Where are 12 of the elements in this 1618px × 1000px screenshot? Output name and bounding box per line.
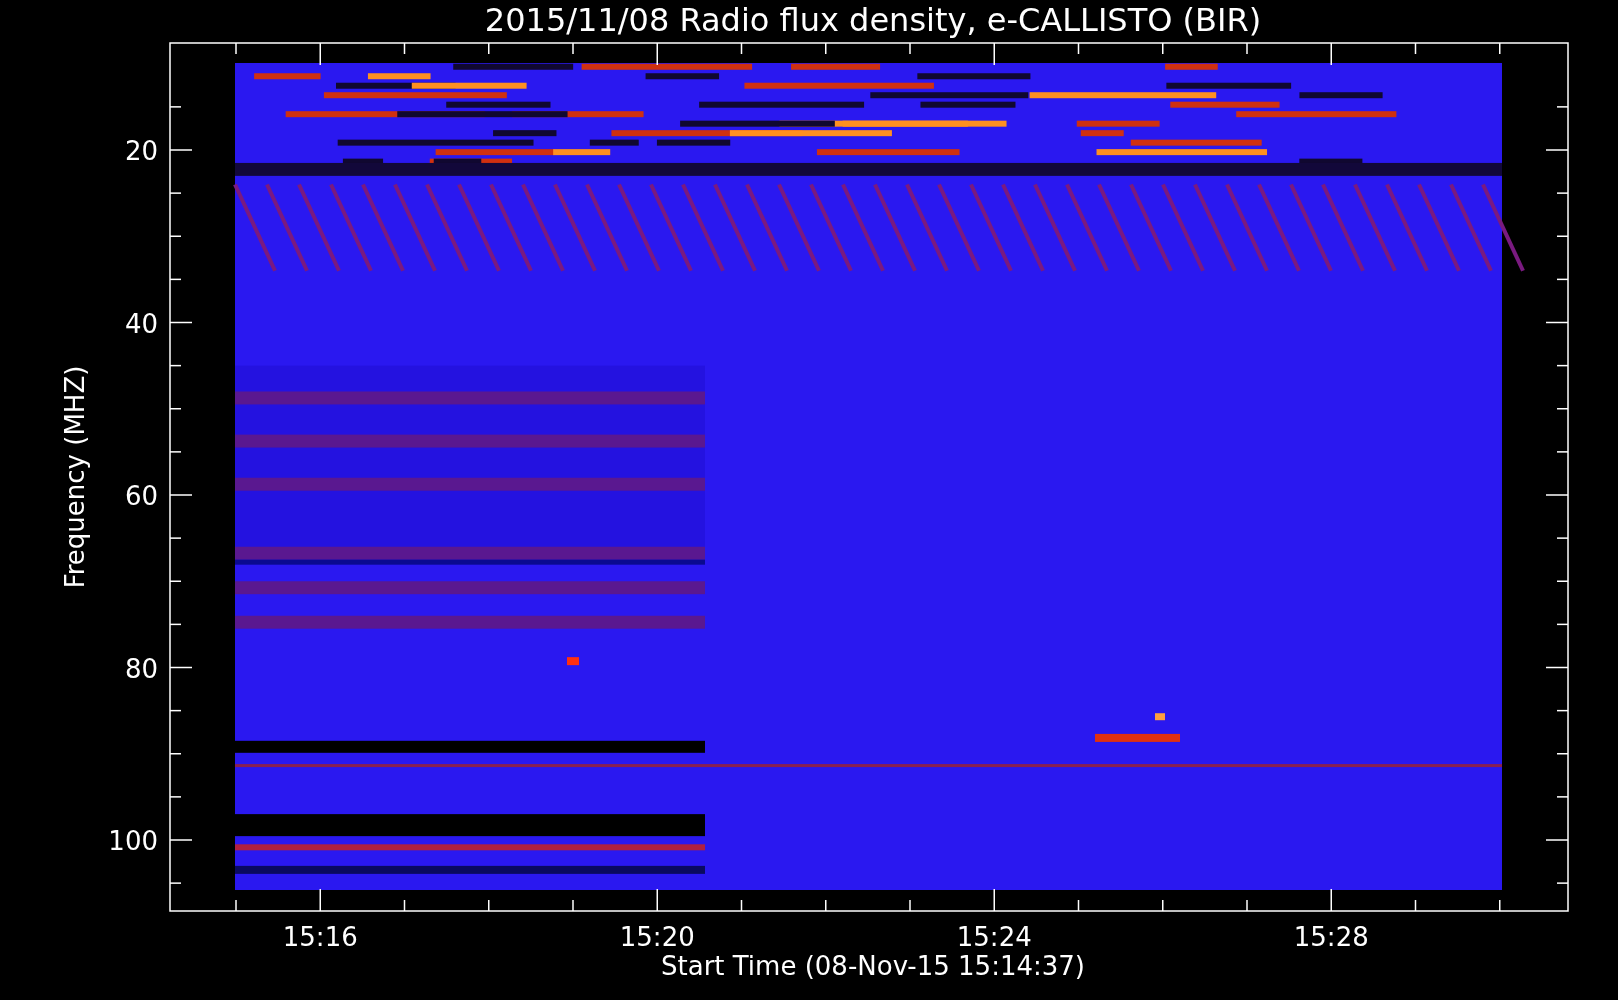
tick-label: 15:20	[619, 922, 695, 952]
axis-title: Start Time (08-Nov-15 15:14:37)	[661, 951, 1085, 981]
tick-label: 15:16	[282, 922, 358, 952]
tick-label: 80	[124, 653, 158, 684]
tick-label: 60	[124, 481, 158, 511]
tick-label: 15:28	[1293, 922, 1369, 952]
chart-title: 2015/11/08 Radio flux density, e-CALLISTO (BIR)	[484, 1, 1262, 39]
tick-label: 20	[124, 136, 158, 166]
axis-title: Frequency (MHZ)	[60, 365, 90, 589]
tick-label: 100	[108, 826, 158, 856]
tick-label: 15:24	[956, 922, 1032, 952]
tick-label: 40	[124, 308, 158, 339]
